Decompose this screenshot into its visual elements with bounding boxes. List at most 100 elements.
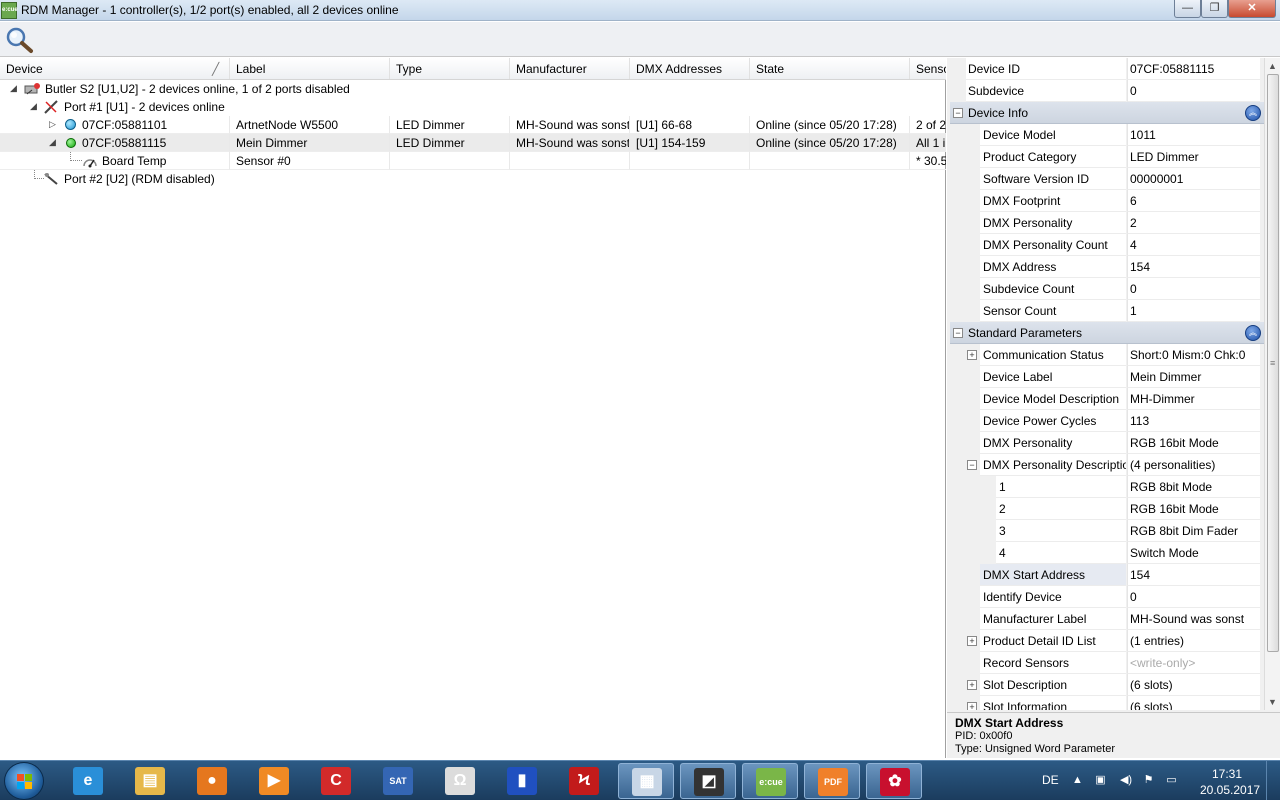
taskbar-app-firefox[interactable]: ● xyxy=(184,763,240,799)
property-row-sensor-count[interactable]: Sensor Count 1 xyxy=(950,300,1264,322)
property-row-1[interactable]: 1 RGB 8bit Mode xyxy=(950,476,1264,498)
property-row-dmx-address[interactable]: DMX Address 154 xyxy=(950,256,1264,278)
expand-plus-icon[interactable]: + xyxy=(967,636,977,646)
property-row-product-detail-id-list[interactable]: + Product Detail ID List (1 entries) xyxy=(950,630,1264,652)
show-desktop-button[interactable] xyxy=(1266,761,1280,800)
collapse-arrow-icon[interactable]: ◢ xyxy=(30,102,39,111)
property-row-slot-description[interactable]: + Slot Description (6 slots) xyxy=(950,674,1264,696)
column-manufacturer[interactable]: Manufacturer xyxy=(510,58,630,79)
property-value[interactable]: 07CF:05881115 xyxy=(1127,58,1260,80)
collapse-minus-icon[interactable]: − xyxy=(953,328,963,338)
expand-plus-icon[interactable]: + xyxy=(967,680,977,690)
property-row-device-power-cycles[interactable]: Device Power Cycles 113 xyxy=(950,410,1264,432)
property-row-dmx-start-address[interactable]: DMX Start Address 154 xyxy=(950,564,1264,586)
column-state[interactable]: State xyxy=(750,58,910,79)
start-button[interactable] xyxy=(4,762,44,800)
property-row-dmx-footprint[interactable]: DMX Footprint 6 xyxy=(950,190,1264,212)
tray-overflow-icon[interactable]: ▲ xyxy=(1071,774,1084,787)
clock-time[interactable]: 17:31 xyxy=(1212,767,1242,781)
property-value[interactable]: (6 slots) xyxy=(1127,674,1260,696)
property-row-device-model[interactable]: Device Model 1011 xyxy=(950,124,1264,146)
tree-row-device-05881101[interactable]: ▷ 07CF:05881101 ArtnetNode W5500 LED Dim… xyxy=(0,116,946,134)
column-label[interactable]: Label xyxy=(230,58,390,79)
collapse-category-icon[interactable]: ︽ xyxy=(1245,325,1261,341)
taskbar-app-raspberry[interactable]: ✿ xyxy=(866,763,922,799)
property-value[interactable]: <write-only> xyxy=(1127,652,1260,674)
property-row-device-label[interactable]: Device Label Mein Dimmer xyxy=(950,366,1264,388)
property-value[interactable]: 4 xyxy=(1127,234,1260,256)
taskbar-app-pdf[interactable]: PDF xyxy=(804,763,860,799)
property-row-device-model-description[interactable]: Device Model Description MH-Dimmer xyxy=(950,388,1264,410)
property-value[interactable]: RGB 8bit Dim Fader xyxy=(1127,520,1260,542)
collapse-category-icon[interactable]: ︽ xyxy=(1245,105,1261,121)
property-row-3[interactable]: 3 RGB 8bit Dim Fader xyxy=(950,520,1264,542)
property-value[interactable]: 154 xyxy=(1127,256,1260,278)
property-value[interactable]: LED Dimmer xyxy=(1127,146,1260,168)
clock-date[interactable]: 20.05.2017 xyxy=(1200,783,1260,797)
property-value[interactable]: Mein Dimmer xyxy=(1127,366,1260,388)
tray-device-icon[interactable]: ▣ xyxy=(1094,774,1107,787)
property-row-device-id[interactable]: Device ID 07CF:05881115 xyxy=(950,58,1264,80)
column-sensor[interactable]: Sensor xyxy=(910,58,946,79)
taskbar-app-media-player[interactable]: ▶ xyxy=(246,763,302,799)
property-value[interactable]: 0 xyxy=(1127,80,1260,102)
column-dmx-addresses[interactable]: DMX Addresses xyxy=(630,58,750,79)
property-row-identify-device[interactable]: Identify Device 0 xyxy=(950,586,1264,608)
scroll-up-arrow-icon[interactable]: ▲ xyxy=(1268,61,1277,71)
property-row-dmx-personality-count[interactable]: DMX Personality Count 4 xyxy=(950,234,1264,256)
property-row-product-category[interactable]: Product Category LED Dimmer xyxy=(950,146,1264,168)
property-value[interactable]: 2 xyxy=(1127,212,1260,234)
property-row-record-sensors[interactable]: Record Sensors <write-only> xyxy=(950,652,1264,674)
language-indicator[interactable]: DE xyxy=(1042,773,1059,787)
expand-plus-icon[interactable]: + xyxy=(967,350,977,360)
taskbar-app-file-explorer[interactable]: ▤ xyxy=(122,763,178,799)
property-value[interactable]: 154 xyxy=(1127,564,1260,586)
property-value[interactable]: (4 personalities) xyxy=(1127,454,1260,476)
taskbar-app-wave-app[interactable]: ◩ xyxy=(680,763,736,799)
property-value[interactable]: 1011 xyxy=(1127,124,1260,146)
property-value[interactable]: 6 xyxy=(1127,190,1260,212)
taskbar-app-omega[interactable]: Ω xyxy=(432,763,488,799)
taskbar-app-filezilla[interactable]: Ϟ xyxy=(556,763,612,799)
tree-row-sensor[interactable]: Board Temp Sensor #0 * 30.5 xyxy=(0,152,946,170)
taskbar-app-internet-explorer[interactable]: e xyxy=(60,763,116,799)
property-value[interactable]: (6 slots) xyxy=(1127,696,1260,710)
category-standard-parameters[interactable]: − Standard Parameters ︽ xyxy=(950,322,1264,344)
property-value[interactable]: RGB 8bit Mode xyxy=(1127,476,1260,498)
property-row-subdevice-count[interactable]: Subdevice Count 0 xyxy=(950,278,1264,300)
title-bar[interactable]: e:cue RDM Manager - 1 controller(s), 1/2… xyxy=(0,0,1280,21)
taskbar-app-chart-app[interactable]: ▮ xyxy=(494,763,550,799)
tree-row-port-1[interactable]: ◢ Port #1 [U1] - 2 devices online xyxy=(0,98,946,116)
property-value[interactable]: 0 xyxy=(1127,586,1260,608)
collapse-minus-icon[interactable]: − xyxy=(953,108,963,118)
tree-row-port-2[interactable]: Port #2 [U2] (RDM disabled) xyxy=(0,170,946,188)
property-value[interactable]: 113 xyxy=(1127,410,1260,432)
collapse-minus-icon[interactable]: − xyxy=(967,460,977,470)
property-row-2[interactable]: 2 RGB 16bit Mode xyxy=(950,498,1264,520)
property-value[interactable]: 00000001 xyxy=(1127,168,1260,190)
scrollbar-thumb[interactable]: ≡ xyxy=(1267,74,1279,652)
property-value[interactable]: RGB 16bit Mode xyxy=(1127,432,1260,454)
category-device-info[interactable]: − Device Info ︽ xyxy=(950,102,1264,124)
expand-arrow-icon[interactable]: ▷ xyxy=(49,120,58,129)
scroll-down-arrow-icon[interactable]: ▼ xyxy=(1268,697,1277,707)
property-value[interactable]: Switch Mode xyxy=(1127,542,1260,564)
property-row-subdevice[interactable]: Subdevice 0 xyxy=(950,80,1264,102)
property-grid[interactable]: Device ID 07CF:05881115 Subdevice 0− Device … xyxy=(950,58,1264,710)
column-device[interactable]: Device ╱ xyxy=(0,58,230,79)
tree-row-controller[interactable]: ◢ Butler S2 [U1,U2] - 2 devices online, … xyxy=(0,80,946,98)
property-row-software-version-id[interactable]: Software Version ID 00000001 xyxy=(950,168,1264,190)
taskbar-app-ecue[interactable]: e:cue xyxy=(742,763,798,799)
collapse-arrow-icon[interactable]: ◢ xyxy=(10,84,19,93)
property-value[interactable]: 1 xyxy=(1127,300,1260,322)
property-value[interactable]: 0 xyxy=(1127,278,1260,300)
vertical-scrollbar[interactable]: ▲ ≡ ▼ xyxy=(1264,58,1280,710)
action-center-flag-icon[interactable]: ⚑ xyxy=(1142,774,1155,787)
property-row-dmx-personality[interactable]: DMX Personality 2 xyxy=(950,212,1264,234)
volume-icon[interactable]: ◀) xyxy=(1117,774,1135,787)
property-value[interactable]: Short:0 Mism:0 Chk:0 xyxy=(1127,344,1260,366)
close-button[interactable]: ✕ xyxy=(1228,0,1276,18)
maximize-button[interactable]: ❐ xyxy=(1201,0,1228,18)
minimize-button[interactable]: — xyxy=(1174,0,1201,18)
taskbar-app-calculator[interactable]: ▦ xyxy=(618,763,674,799)
